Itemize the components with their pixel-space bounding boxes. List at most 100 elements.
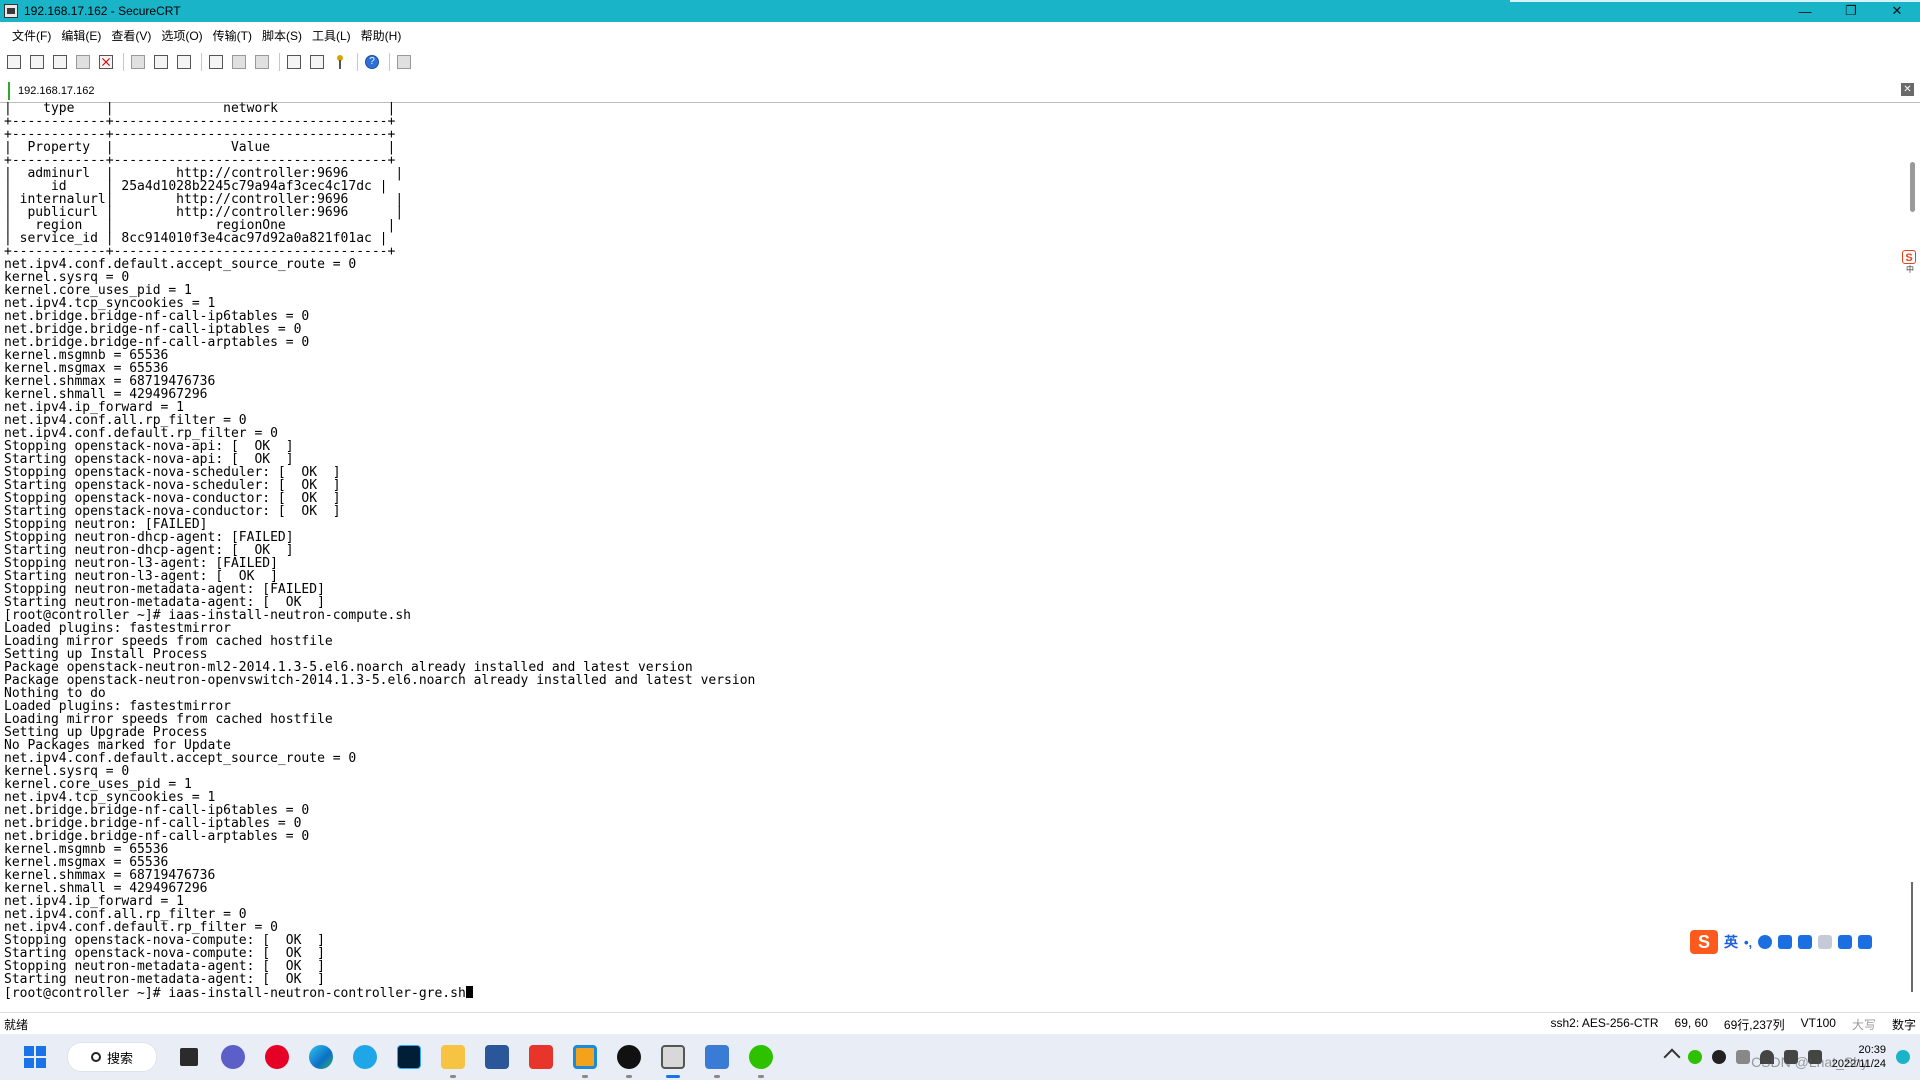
print-selection-button[interactable]	[229, 52, 249, 72]
sogou-ime-logo-icon[interactable]: S	[1690, 930, 1718, 954]
menu-transfer[interactable]: 传输(T)	[209, 27, 258, 44]
title-strip	[1510, 0, 1920, 2]
global-options-button[interactable]	[307, 52, 327, 72]
connect-button[interactable]	[4, 52, 24, 72]
folder-icon	[441, 1045, 465, 1069]
taskbar-app-photoshop[interactable]	[392, 1040, 426, 1074]
quick-connect-button[interactable]	[27, 52, 47, 72]
status-cursor-position: 69, 60	[1674, 1016, 1708, 1030]
sftp-button[interactable]	[394, 52, 414, 72]
securecrt-app-icon[interactable]	[4, 4, 18, 18]
chevron-up-icon[interactable]	[1663, 1048, 1681, 1066]
status-cipher: ssh2: AES-256-CTR	[1550, 1016, 1659, 1030]
keyboard-icon[interactable]	[1798, 935, 1813, 949]
browser-icon	[353, 1045, 377, 1069]
keyboard-tray-icon[interactable]	[1735, 1050, 1750, 1064]
taskbar-app-netease-music[interactable]	[260, 1040, 294, 1074]
close-button[interactable]: ✕	[1874, 0, 1920, 22]
title-bar[interactable]: 192.168.17.162 - SecureCRT — ❐ ✕	[0, 0, 1920, 22]
word-icon	[485, 1045, 509, 1069]
copy-icon	[131, 55, 145, 69]
taskbar: 搜索 20:39 2022/11/24 CSDN @Lhat_Shy	[0, 1034, 1920, 1080]
taskbar-app-file-manager[interactable]	[172, 1040, 206, 1074]
menu-bar: 文件(F) 编辑(E) 查看(V) 选项(O) 传输(T) 脚本(S) 工具(L…	[0, 24, 407, 46]
start-button[interactable]	[18, 1040, 52, 1074]
help-icon: ?	[365, 55, 379, 69]
menu-file[interactable]: 文件(F)	[8, 27, 57, 44]
menu-help[interactable]: 帮助(H)	[357, 27, 408, 44]
toolbar-divider	[389, 53, 390, 71]
disconnect-button[interactable]	[96, 52, 116, 72]
toolbox-icon[interactable]	[1858, 935, 1873, 949]
printer-button[interactable]	[252, 52, 272, 72]
skin-icon[interactable]	[1838, 935, 1853, 949]
sogou-logo-icon: S	[1902, 250, 1916, 264]
snipping-icon	[573, 1045, 597, 1069]
close-tab-button[interactable]: ✕	[1901, 83, 1914, 96]
taskbar-app-folder[interactable]	[436, 1040, 470, 1078]
ime-toolbar: S 英 •,	[1690, 928, 1920, 956]
user-icon[interactable]	[1818, 935, 1833, 949]
menu-options[interactable]: 选项(O)	[157, 27, 208, 44]
media-icon	[617, 1045, 641, 1069]
menu-tools[interactable]: 工具(L)	[308, 27, 357, 44]
taskbar-app-snipping[interactable]	[568, 1040, 602, 1078]
terminal-line: Package openstack-neutron-openvswitch-20…	[4, 673, 756, 688]
reconnect-button[interactable]	[73, 52, 93, 72]
printer-icon	[255, 55, 269, 69]
toolbar: ?	[4, 50, 417, 74]
taskbar-app-wps[interactable]	[524, 1040, 558, 1074]
taskbar-app-wechat[interactable]	[744, 1040, 778, 1078]
emoji-icon[interactable]	[1758, 935, 1773, 949]
scrollbar-thumb[interactable]	[1910, 162, 1915, 212]
paste-button[interactable]	[151, 52, 171, 72]
watermark: CSDN @Lhat_Shy	[1751, 1054, 1868, 1070]
help-button[interactable]: ?	[362, 52, 382, 72]
keymap-icon	[333, 55, 347, 69]
terminal-area[interactable]: | type | network | +------------+-------…	[4, 102, 1904, 1002]
status-caps-lock: 大写	[1851, 1018, 1876, 1032]
taskbar-app-edge[interactable]	[304, 1040, 338, 1074]
taskbar-app-meeting[interactable]	[216, 1040, 250, 1074]
taskbar-app-securecrt[interactable]	[656, 1040, 690, 1078]
disconnect-icon	[99, 55, 113, 69]
sftp-icon	[397, 55, 411, 69]
ime-language-toggle[interactable]: 英	[1724, 932, 1738, 952]
menu-edit[interactable]: 编辑(E)	[57, 27, 107, 44]
file-manager-icon	[180, 1048, 198, 1066]
notification-icon[interactable]	[1896, 1050, 1910, 1064]
keymap-button[interactable]	[330, 52, 350, 72]
copy-button[interactable]	[128, 52, 148, 72]
minimize-button[interactable]: —	[1782, 0, 1828, 22]
status-terminal-size: 69行,237列	[1723, 1018, 1785, 1032]
taskbar-search[interactable]: 搜索	[67, 1042, 157, 1072]
ime-punctuation-toggle[interactable]: •,	[1744, 935, 1752, 950]
global-options-icon	[310, 55, 324, 69]
meeting-icon	[221, 1045, 245, 1069]
taskbar-app-browser[interactable]	[348, 1040, 382, 1074]
taskbar-app-media[interactable]	[612, 1040, 646, 1078]
vertical-scrollbar[interactable]	[1906, 102, 1920, 1002]
taskbar-app-network[interactable]	[700, 1040, 734, 1078]
menu-view[interactable]: 查看(V)	[107, 27, 157, 44]
maximize-button[interactable]: ❐	[1828, 0, 1874, 22]
taskbar-app-word[interactable]	[480, 1040, 514, 1074]
netease-music-icon	[265, 1045, 289, 1069]
toolbar-divider	[201, 53, 202, 71]
connect-tab-button[interactable]	[50, 52, 70, 72]
ime-side-widget[interactable]: S 中	[1902, 250, 1918, 290]
session-options-icon	[287, 55, 301, 69]
photoshop-icon	[397, 1045, 421, 1069]
connect-tab-icon	[53, 55, 67, 69]
wechat-tray-icon[interactable]	[1687, 1050, 1702, 1064]
qq-tray-icon[interactable]	[1711, 1050, 1726, 1064]
microphone-icon[interactable]	[1778, 935, 1793, 949]
session-options-button[interactable]	[284, 52, 304, 72]
session-tab[interactable]: 192.168.17.162	[8, 82, 102, 100]
windows-icon	[24, 1046, 46, 1068]
print-button[interactable]	[206, 52, 226, 72]
find-button[interactable]	[174, 52, 194, 72]
menu-script[interactable]: 脚本(S)	[258, 27, 308, 44]
search-icon	[90, 1052, 101, 1062]
find-icon	[177, 55, 191, 69]
